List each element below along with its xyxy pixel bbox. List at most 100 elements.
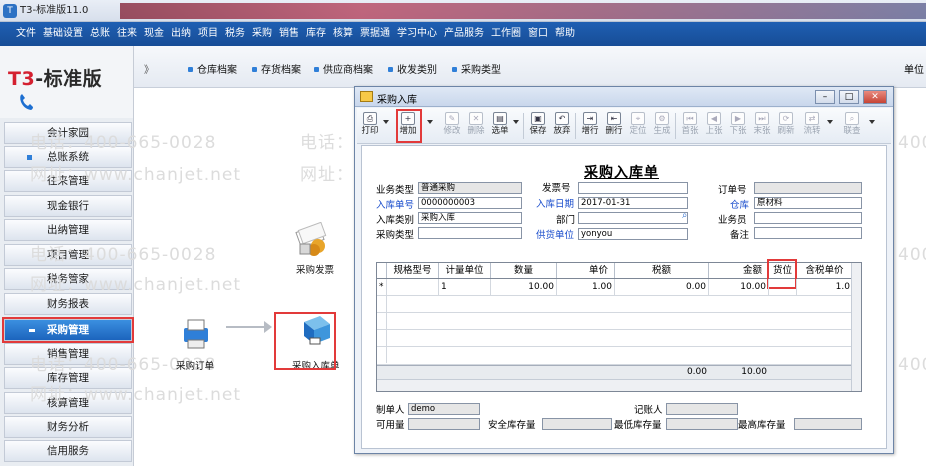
cell-spec[interactable] [387,279,439,295]
cell-location[interactable] [769,279,797,295]
sidebar-item-cash-bank[interactable]: 现金银行 [4,195,132,217]
prev-record-button[interactable]: ◀ 上张 [703,110,725,142]
table-row[interactable] [377,330,853,347]
menu-cashier[interactable]: 出纳 [171,22,191,46]
clerk-field[interactable] [754,212,862,224]
maximize-button[interactable]: □ [839,90,859,104]
print-button[interactable]: ⎙ 打印 [359,110,381,142]
save-button[interactable]: ▣ 保存 [527,110,549,142]
sidebar-item-accounting[interactable]: 核算管理 [4,392,132,414]
quick-inventory-archive[interactable]: 存货档案 [252,61,301,76]
chevron-down-icon[interactable] [427,120,433,124]
menu-inventory[interactable]: 库存 [306,22,326,46]
cell-price[interactable]: 1.00 [557,279,615,295]
last-record-button[interactable]: ⏭ 末张 [751,110,773,142]
supplier-field[interactable]: yonyou [578,228,688,240]
remark-field[interactable] [754,227,862,239]
purchase-invoice-icon[interactable] [292,222,332,258]
chevron-down-icon[interactable] [383,120,389,124]
sidebar-item-sales[interactable]: 销售管理 [4,343,132,365]
sidebar-item-general-ledger[interactable]: 总账系统 [4,146,132,168]
locate-button[interactable]: ⌖ 定位 [627,110,649,142]
quick-receipt-type[interactable]: 收发类别 [388,61,437,76]
chevron-down-icon[interactable] [869,120,875,124]
quick-warehouse-archive[interactable]: 仓库档案 [188,61,237,76]
menu-file[interactable]: 文件 [16,22,36,46]
chevron-right-icon[interactable]: 》 [144,61,154,76]
sidebar-item-analysis[interactable]: 财务分析 [4,416,132,438]
quick-purchase-type[interactable]: 采购类型 [452,61,501,76]
in-type-field[interactable]: 采购入库 [418,212,522,224]
flow-button[interactable]: ⇄ 流转 [801,110,823,142]
col-tax-price[interactable]: 含税单价 [797,263,853,278]
select-doc-button[interactable]: ▤ 选单 [489,110,511,142]
cell-tax[interactable]: 0.00 [615,279,709,295]
search-icon[interactable]: ⌕ [682,210,687,221]
cell-unit[interactable]: 1 [439,279,491,295]
sidebar-item-reports[interactable]: 财务报表 [4,293,132,315]
menu-cash[interactable]: 现金 [144,22,164,46]
close-button[interactable]: ✕ [863,90,887,104]
sidebar-item-purchase[interactable]: 采购管理 [2,317,134,343]
cell-amount[interactable]: 10.00 [709,279,769,295]
menu-services[interactable]: 产品服务 [444,22,484,46]
purchase-type-field[interactable] [418,227,522,239]
col-amount[interactable]: 金额 [709,263,769,278]
first-record-button[interactable]: ⏮ 首张 [679,110,701,142]
menu-ledger[interactable]: 总账 [90,22,110,46]
col-unit[interactable]: 计量单位 [439,263,491,278]
menu-accounting[interactable]: 核算 [333,22,353,46]
discard-button[interactable]: ↶ 放弃 [551,110,573,142]
generate-button[interactable]: ⚙ 生成 [651,110,673,142]
sidebar-item-tax[interactable]: 税务管家 [4,268,132,290]
cell-tax-price[interactable]: 1.0 [797,279,853,295]
add-row-button[interactable]: ⇥ 增行 [579,110,601,142]
delete-row-button[interactable]: ⇤ 删行 [603,110,625,142]
in-no-field[interactable]: 0000000003 [418,197,522,209]
col-price[interactable]: 单价 [557,263,615,278]
chevron-down-icon[interactable] [513,120,519,124]
table-row[interactable] [377,296,853,313]
menu-project[interactable]: 项目 [198,22,218,46]
minimize-button[interactable]: – [815,90,835,104]
biz-type-field[interactable]: 普通采购 [418,182,522,194]
grid-horizontal-scrollbar[interactable] [377,379,851,391]
cell-qty[interactable]: 10.00 [491,279,557,295]
grid-vertical-scrollbar[interactable] [851,263,861,391]
table-row[interactable] [377,313,853,330]
order-no-field[interactable] [754,182,862,194]
menu-sales[interactable]: 销售 [279,22,299,46]
next-record-button[interactable]: ▶ 下张 [727,110,749,142]
menu-workcircle[interactable]: 工作圈 [491,22,521,46]
menu-purchase[interactable]: 采购 [252,22,272,46]
sidebar-item-cashier[interactable]: 出纳管理 [4,219,132,241]
menu-window[interactable]: 窗口 [528,22,548,46]
purchase-order-icon[interactable] [176,316,216,352]
delete-button[interactable]: ✕ 删除 [465,110,487,142]
sidebar-item-project[interactable]: 项目管理 [4,244,132,266]
menu-tax[interactable]: 税务 [225,22,245,46]
col-qty[interactable]: 数量 [491,263,557,278]
table-row[interactable] [377,347,853,365]
menu-help[interactable]: 帮助 [555,22,575,46]
col-tax[interactable]: 税额 [615,263,709,278]
sidebar-item-inventory[interactable]: 库存管理 [4,367,132,389]
in-date-field[interactable]: 2017-01-31 [578,197,688,209]
lookup-button[interactable]: ⌕ 联查 [841,110,863,142]
sidebar-item-credit[interactable]: 信用服务 [4,440,132,462]
sidebar-item-accounts[interactable]: 往来管理 [4,170,132,192]
dept-field[interactable] [578,212,688,224]
col-spec[interactable]: 规格型号 [387,263,439,278]
menu-accounts[interactable]: 往来 [117,22,137,46]
quick-supplier-archive[interactable]: 供应商档案 [314,61,373,76]
refresh-button[interactable]: ⟳ 刷新 [775,110,797,142]
menu-learning[interactable]: 学习中心 [397,22,437,46]
menu-bills[interactable]: 票据通 [360,22,390,46]
edit-button[interactable]: ✎ 修改 [441,110,463,142]
warehouse-field[interactable]: 原材料 [754,197,862,209]
sidebar-item-accounting-home[interactable]: 会计家园 [4,122,132,144]
invoice-no-field[interactable] [578,182,688,194]
table-row[interactable]: * 1 10.00 1.00 0.00 10.00 1.0 [377,279,853,296]
chevron-down-icon[interactable] [827,120,833,124]
menu-basic-settings[interactable]: 基础设置 [43,22,83,46]
